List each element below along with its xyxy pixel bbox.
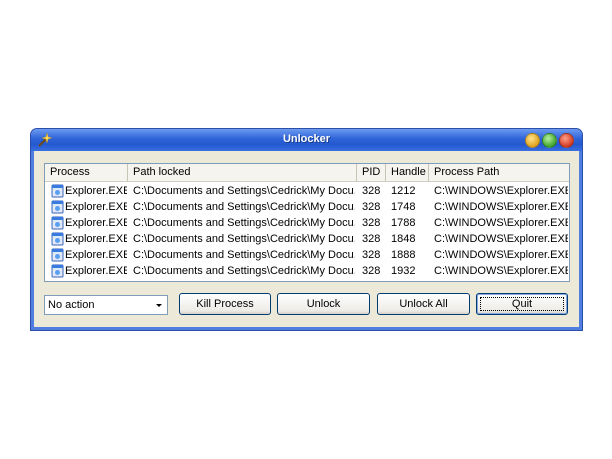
cell-process: Explorer.EXE <box>65 201 127 213</box>
cell-path-locked: C:\Documents and Settings\Cedrick\My Doc… <box>133 217 355 229</box>
cell-handle: 1932 <box>391 265 416 277</box>
process-list[interactable]: Process Path locked PID Handle Process P… <box>44 163 570 282</box>
kill-process-button[interactable]: Kill Process <box>179 293 271 315</box>
column-header-process-path[interactable]: Process Path <box>429 164 569 181</box>
column-header-pid[interactable]: PID <box>357 164 386 181</box>
cell-pid: 328 <box>362 249 381 261</box>
action-dropdown[interactable]: No action <box>44 295 168 315</box>
cell-handle: 1212 <box>391 185 416 197</box>
cell-process: Explorer.EXE <box>65 249 127 261</box>
unlock-button[interactable]: Unlock <box>277 293 370 315</box>
list-header: Process Path locked PID Handle Process P… <box>45 164 569 182</box>
cell-process-path: C:\WINDOWS\Explorer.EXE <box>434 201 568 213</box>
cell-process-path: C:\WINDOWS\Explorer.EXE <box>434 233 568 245</box>
process-window-icon <box>51 200 64 214</box>
process-window-icon <box>51 264 64 278</box>
title-bar[interactable]: Unlocker <box>31 129 582 151</box>
cell-handle: 1788 <box>391 217 416 229</box>
cell-process: Explorer.EXE <box>65 185 127 197</box>
cell-handle: 1848 <box>391 233 416 245</box>
column-header-process[interactable]: Process <box>45 164 128 181</box>
cell-pid: 328 <box>362 185 381 197</box>
unlock-all-button[interactable]: Unlock All <box>377 293 470 315</box>
cell-path-locked: C:\Documents and Settings\Cedrick\My Doc… <box>133 233 355 245</box>
cell-process: Explorer.EXE <box>65 233 127 245</box>
table-row[interactable]: Explorer.EXE C:\Documents and Settings\Ce… <box>45 263 569 279</box>
process-window-icon <box>51 232 64 246</box>
process-window-icon <box>51 248 64 262</box>
process-window-icon <box>51 184 64 198</box>
column-header-handle[interactable]: Handle <box>386 164 429 181</box>
window-title: Unlocker <box>282 133 331 145</box>
cell-handle: 1748 <box>391 201 416 213</box>
table-row[interactable]: Explorer.EXE C:\Documents and Settings\Ce… <box>45 215 569 231</box>
cell-path-locked: C:\Documents and Settings\Cedrick\My Doc… <box>133 185 355 197</box>
cell-process-path: C:\WINDOWS\Explorer.EXE <box>434 265 568 277</box>
cell-path-locked: C:\Documents and Settings\Cedrick\My Doc… <box>133 201 355 213</box>
chevron-down-icon[interactable] <box>153 298 165 312</box>
cell-process-path: C:\WINDOWS\Explorer.EXE <box>434 185 568 197</box>
maximize-button[interactable] <box>542 133 557 148</box>
minimize-button[interactable] <box>525 133 540 148</box>
process-window-icon <box>51 216 64 230</box>
cell-handle: 1888 <box>391 249 416 261</box>
quit-button-label: Quit <box>511 298 533 310</box>
cell-path-locked: C:\Documents and Settings\Cedrick\My Doc… <box>133 249 355 261</box>
cell-process-path: C:\WINDOWS\Explorer.EXE <box>434 249 568 261</box>
cell-pid: 328 <box>362 265 381 277</box>
cell-path-locked: C:\Documents and Settings\Cedrick\My Doc… <box>133 265 355 277</box>
table-row[interactable]: Explorer.EXE C:\Documents and Settings\Ce… <box>45 199 569 215</box>
cell-process-path: C:\WINDOWS\Explorer.EXE <box>434 217 568 229</box>
unlocker-window: Unlocker Process Path locked PID Handle … <box>31 129 582 330</box>
cell-pid: 328 <box>362 233 381 245</box>
action-dropdown-value: No action <box>48 299 95 311</box>
cell-process: Explorer.EXE <box>65 217 127 229</box>
table-row[interactable]: Explorer.EXE C:\Documents and Settings\Ce… <box>45 231 569 247</box>
cell-pid: 328 <box>362 217 381 229</box>
cell-process: Explorer.EXE <box>65 265 127 277</box>
table-row[interactable]: Explorer.EXE C:\Documents and Settings\Ce… <box>45 183 569 199</box>
table-row[interactable]: Explorer.EXE C:\Documents and Settings\Ce… <box>45 247 569 263</box>
client-area: Process Path locked PID Handle Process P… <box>34 151 579 327</box>
close-button[interactable] <box>559 133 574 148</box>
quit-button[interactable]: Quit <box>476 293 568 315</box>
column-header-path-locked[interactable]: Path locked <box>128 164 357 181</box>
cell-pid: 328 <box>362 201 381 213</box>
